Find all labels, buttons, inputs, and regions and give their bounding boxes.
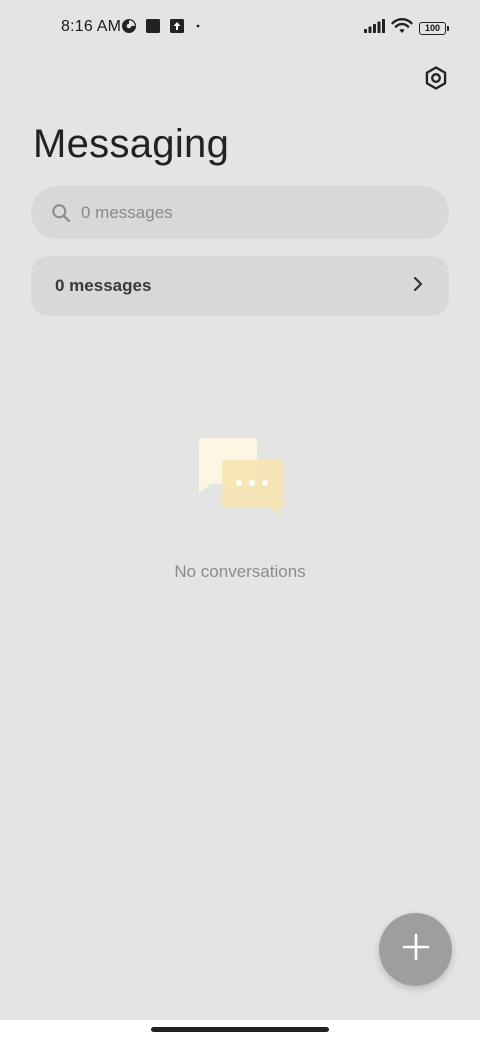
- messages-row[interactable]: 0 messages: [31, 256, 449, 316]
- new-conversation-button[interactable]: [379, 913, 452, 986]
- battery-level: 100: [424, 22, 441, 33]
- settings-button[interactable]: [420, 64, 452, 96]
- upload-icon: [169, 18, 185, 39]
- status-bar: 8:16 AM 100: [0, 0, 480, 56]
- status-right-icons: 100: [363, 17, 449, 40]
- chevron-right-icon: [411, 275, 425, 298]
- battery-icon: 100: [419, 21, 449, 35]
- plus-icon: [402, 933, 430, 966]
- signal-icon: [363, 18, 385, 39]
- battery-tip: [447, 25, 449, 31]
- battery-body: 100: [419, 21, 446, 35]
- square-notification-icon: [145, 18, 161, 39]
- dot-icon: [193, 18, 203, 39]
- page-title: Messaging: [33, 122, 230, 166]
- wifi-icon: [391, 17, 413, 40]
- status-time: 8:16 AM: [61, 18, 122, 35]
- settings-hexagon-icon: [423, 65, 449, 96]
- chat-bubbles-icon: [194, 436, 286, 518]
- home-gesture-handle[interactable]: [151, 1027, 329, 1032]
- navigation-bar: [0, 1020, 480, 1040]
- empty-state-text: No conversations: [174, 562, 306, 581]
- search-icon: [50, 202, 72, 224]
- messages-row-label: 0 messages: [55, 276, 152, 295]
- status-left-icons: [121, 18, 203, 39]
- search-bar[interactable]: [31, 186, 449, 239]
- search-input[interactable]: [81, 202, 411, 223]
- data-saver-icon: [121, 18, 137, 39]
